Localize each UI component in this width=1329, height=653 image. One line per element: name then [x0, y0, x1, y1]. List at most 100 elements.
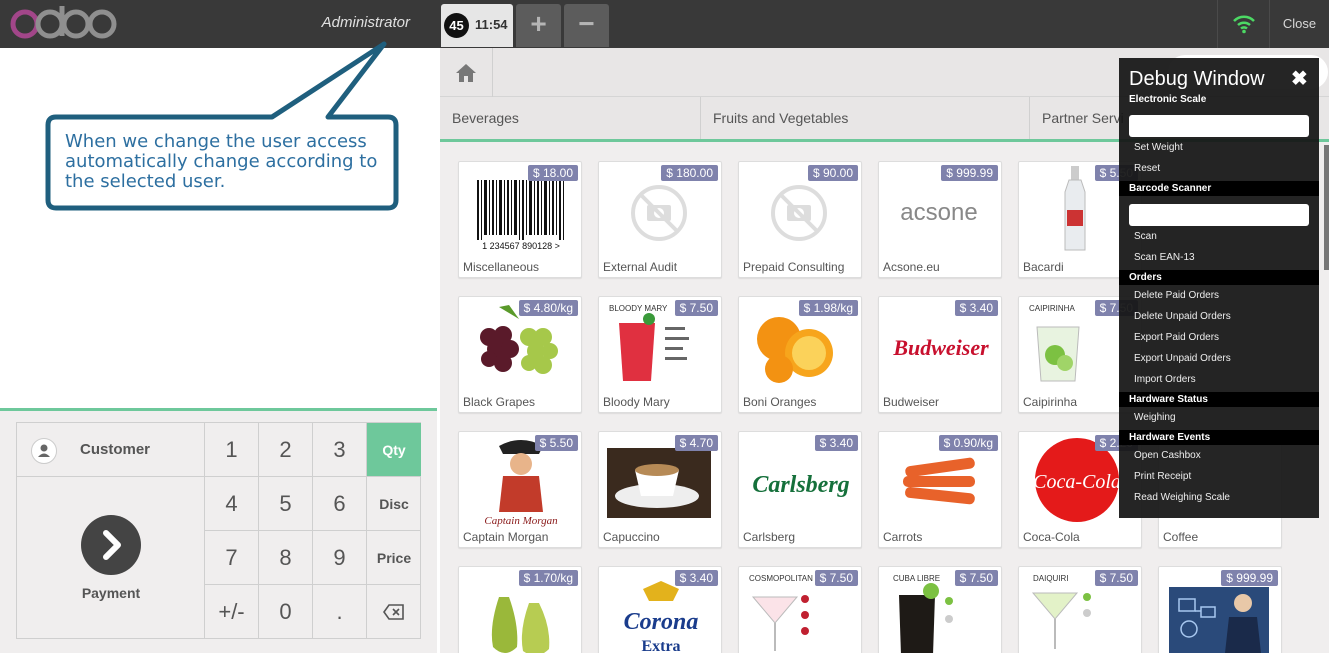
numpad-key-8[interactable]: 8 — [259, 531, 313, 585]
numpad-key-6[interactable]: 6 — [313, 477, 367, 531]
close-button[interactable]: Close — [1269, 0, 1329, 48]
corona-extra-text: Extra — [641, 638, 680, 653]
product-price: $ 1.98/kg — [798, 300, 858, 316]
product-card[interactable]: $ 999.99 — [1158, 566, 1282, 653]
product-card[interactable]: CUBA LIBRE $ 7.50 — [878, 566, 1002, 653]
order-tab[interactable]: 45 11:54 — [441, 4, 513, 47]
read-weighing-scale-button[interactable]: Read Weighing Scale — [1134, 492, 1230, 503]
product-name: Bloody Mary — [603, 395, 670, 409]
product-name: Budweiser — [883, 395, 940, 409]
numpad-key-3[interactable]: 3 — [313, 423, 367, 477]
product-card[interactable]: Budweiser Budweiser $ 3.40 — [878, 296, 1002, 413]
debug-window-title: Debug Window — [1129, 68, 1265, 90]
numpad-key-1[interactable]: 1 — [205, 423, 259, 477]
product-price: $ 7.50 — [674, 300, 718, 316]
product-card[interactable]: 1 234567 890128 > Miscellaneous $ 18.00 — [458, 161, 582, 278]
delete-paid-orders-button[interactable]: Delete Paid Orders — [1134, 290, 1219, 301]
weighing-status[interactable]: Weighing — [1134, 412, 1176, 423]
mode-qty-button[interactable]: Qty — [367, 423, 421, 477]
product-card[interactable]: DAIQUIRI $ 7.50 — [1018, 566, 1142, 653]
open-cashbox-button[interactable]: Open Cashbox — [1134, 450, 1201, 461]
product-price: $ 4.80/kg — [518, 300, 578, 316]
numpad-key-9[interactable]: 9 — [313, 531, 367, 585]
acsone-logo-text: acsone — [900, 199, 977, 226]
product-name: Coffee — [1163, 530, 1199, 544]
product-card[interactable]: Boni Oranges $ 1.98/kg — [738, 296, 862, 413]
close-icon[interactable]: ✖ — [1291, 66, 1308, 91]
product-name: Prepaid Consulting — [743, 260, 845, 274]
product-card[interactable]: $ 1.70/kg — [458, 566, 582, 653]
numpad-key-5[interactable]: 5 — [259, 477, 313, 531]
barcode-digits: 1 234567 890128 > — [482, 241, 560, 251]
backspace-button[interactable] — [367, 585, 421, 639]
product-name: Captain Morgan — [463, 530, 549, 544]
add-order-button[interactable]: + — [516, 4, 561, 47]
category-beverages[interactable]: Beverages — [440, 97, 701, 139]
backspace-icon — [383, 604, 404, 620]
numpad-key-7[interactable]: 7 — [205, 531, 259, 585]
product-card[interactable]: External Audit $ 180.00 — [598, 161, 722, 278]
corona-logo-text: Corona — [624, 609, 699, 635]
export-unpaid-orders-button[interactable]: Export Unpaid Orders — [1134, 353, 1231, 364]
export-paid-orders-button[interactable]: Export Paid Orders — [1134, 332, 1219, 343]
proxy-status[interactable] — [1217, 0, 1269, 48]
product-card[interactable]: Carlsberg Carlsberg $ 3.40 — [738, 431, 862, 548]
scan-button[interactable]: Scan — [1134, 231, 1157, 242]
product-card[interactable]: Capuccino $ 4.70 — [598, 431, 722, 548]
section-barcode-scanner: Barcode Scanner — [1129, 183, 1212, 194]
numpad-key-4[interactable]: 4 — [205, 477, 259, 531]
product-card[interactable]: Prepaid Consulting $ 90.00 — [738, 161, 862, 278]
product-name: Black Grapes — [463, 395, 536, 409]
customer-button[interactable]: Customer — [17, 423, 205, 477]
reset-button[interactable]: Reset — [1134, 163, 1160, 174]
product-card[interactable]: Corona Extra $ 3.40 — [598, 566, 722, 653]
product-name: Miscellaneous — [463, 260, 540, 274]
cosmopolitan-label: COSMOPOLITAN — [749, 574, 813, 583]
mode-price-button[interactable]: Price — [367, 531, 421, 585]
product-card[interactable]: Captain Morgan Captain Morgan $ 5.50 — [458, 431, 582, 548]
product-name: Carlsberg — [743, 530, 796, 544]
numpad-key-2[interactable]: 2 — [259, 423, 313, 477]
payment-label: Payment — [81, 585, 141, 601]
numpad-key-sign[interactable]: +/- — [205, 585, 259, 639]
customer-label: Customer — [80, 441, 151, 458]
product-card[interactable]: COSMOPOLITAN $ 7.50 — [738, 566, 862, 653]
product-card[interactable]: acsone Acsone.eu $ 999.99 — [878, 161, 1002, 278]
product-price: $ 3.40 — [674, 570, 718, 586]
section-hardware-events: Hardware Events — [1129, 432, 1211, 443]
carlsberg-logo-text: Carlsberg — [752, 472, 849, 498]
order-number-badge: 45 — [444, 13, 469, 38]
numpad-key-0[interactable]: 0 — [259, 585, 313, 639]
scrollbar[interactable] — [1324, 145, 1329, 270]
import-orders-button[interactable]: Import Orders — [1134, 374, 1196, 385]
payment-button[interactable]: Payment — [17, 477, 205, 639]
product-price: $ 4.70 — [674, 435, 718, 451]
product-card[interactable]: BLOODY MARY Bloody Mary $ 7.50 — [598, 296, 722, 413]
set-weight-button[interactable]: Set Weight — [1134, 142, 1183, 153]
numpad-key-dot[interactable]: . — [313, 585, 367, 639]
product-price: $ 999.99 — [941, 165, 998, 181]
product-card[interactable]: Black Grapes $ 4.80/kg — [458, 296, 582, 413]
scan-ean13-button[interactable]: Scan EAN-13 — [1134, 252, 1195, 263]
category-fruits-vegetables[interactable]: Fruits and Vegetables — [701, 97, 1030, 139]
weight-input[interactable] — [1129, 115, 1309, 137]
product-price: $ 180.00 — [661, 165, 718, 181]
daiquiri-label: DAIQUIRI — [1033, 574, 1069, 583]
product-price: $ 18.00 — [527, 165, 578, 181]
product-price: $ 7.50 — [1094, 570, 1138, 586]
product-price: $ 90.00 — [807, 165, 858, 181]
product-price: $ 7.50 — [814, 570, 858, 586]
cuba-libre-label: CUBA LIBRE — [893, 574, 940, 583]
chevron-right-icon — [81, 515, 141, 575]
product-card[interactable]: Carrots $ 0.90/kg — [878, 431, 1002, 548]
pad-grid: Customer Payment 1 2 3 Qty 4 5 6 Disc 7 … — [16, 422, 421, 639]
control-pad: Customer Payment 1 2 3 Qty 4 5 6 Disc 7 … — [0, 408, 437, 653]
home-icon — [456, 64, 476, 82]
barcode-input[interactable] — [1129, 204, 1309, 226]
remove-order-button[interactable]: − — [564, 4, 609, 47]
home-button[interactable] — [440, 48, 493, 97]
print-receipt-button[interactable]: Print Receipt — [1134, 471, 1191, 482]
section-orders: Orders — [1129, 272, 1162, 283]
delete-unpaid-orders-button[interactable]: Delete Unpaid Orders — [1134, 311, 1231, 322]
mode-disc-button[interactable]: Disc — [367, 477, 421, 531]
